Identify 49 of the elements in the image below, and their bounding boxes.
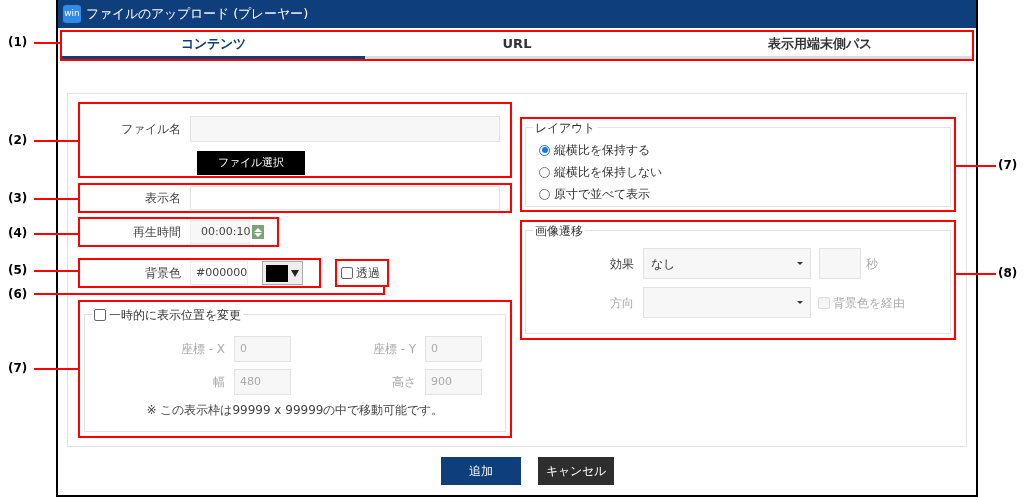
file-select-button[interactable]: ファイル選択 bbox=[197, 151, 305, 175]
duration-field[interactable]: 00:00:10 bbox=[190, 220, 250, 244]
radio-label: 縦横比を保持する bbox=[554, 142, 650, 159]
field-label: ファイル名 bbox=[120, 121, 182, 138]
checkbox[interactable] bbox=[341, 267, 353, 279]
color-picker[interactable] bbox=[262, 261, 303, 285]
field-label: 再生時間 bbox=[132, 224, 182, 241]
cancel-button[interactable]: キャンセル bbox=[537, 457, 614, 485]
app-logo-icon: win bbox=[63, 5, 81, 23]
fieldset-legend: 一時的に表示位置を変更 bbox=[109, 306, 241, 324]
tab[interactable]: 表示用端末側パス bbox=[668, 32, 972, 59]
caret-icon bbox=[797, 262, 803, 265]
field-label: 高さ bbox=[391, 374, 417, 391]
effect-select[interactable]: なし bbox=[643, 248, 811, 279]
fieldset-legend: 画像遷移 bbox=[533, 222, 585, 240]
spinner-icon[interactable] bbox=[252, 225, 264, 239]
callout-label: (5) bbox=[8, 264, 28, 276]
radio-label: 原寸で並べて表示 bbox=[554, 186, 650, 203]
checkbox[interactable] bbox=[94, 309, 106, 321]
note-text: ※ この表示枠は99999 x 99999の中で移動可能です。 bbox=[145, 402, 445, 419]
checkbox-label: 背景色を経由 bbox=[833, 294, 905, 312]
tab[interactable]: コンテンツ bbox=[62, 32, 366, 59]
checkbox-label: 透過 bbox=[356, 265, 380, 282]
add-button[interactable]: 追加 bbox=[440, 457, 521, 485]
dropdown-arrow-icon bbox=[291, 269, 299, 277]
callout-label: (3) bbox=[8, 192, 28, 204]
tab[interactable]: URL bbox=[365, 32, 669, 59]
callout-label: (4) bbox=[8, 227, 28, 239]
callout-label: (7) bbox=[998, 159, 1018, 171]
callout-label: (8) bbox=[998, 267, 1018, 279]
callout-label: (7) bbox=[8, 362, 28, 374]
field-label: 幅 bbox=[212, 374, 226, 391]
field-label: 表示名 bbox=[144, 190, 182, 207]
field-label: 座標 - Y bbox=[371, 341, 417, 358]
field-label: 方向 bbox=[609, 294, 635, 312]
field-label: 座標 - X bbox=[179, 341, 226, 358]
display-name-field[interactable] bbox=[190, 186, 500, 210]
file-name-field[interactable] bbox=[190, 116, 500, 142]
callout-label: (2) bbox=[8, 134, 28, 146]
window-title: ファイルのアップロード (プレーヤー) bbox=[86, 5, 309, 24]
seconds-field[interactable] bbox=[819, 248, 861, 279]
field-label: 背景色 bbox=[144, 265, 182, 282]
color-code-field[interactable]: #000000 bbox=[190, 261, 248, 285]
callout-label: (6) bbox=[8, 288, 28, 300]
unit-label: 秒 bbox=[866, 255, 878, 273]
caret-icon bbox=[797, 301, 803, 304]
callout-label: (1) bbox=[8, 36, 28, 48]
radio-label: 縦横比を保持しない bbox=[554, 164, 662, 181]
field-label: 効果 bbox=[609, 255, 635, 273]
